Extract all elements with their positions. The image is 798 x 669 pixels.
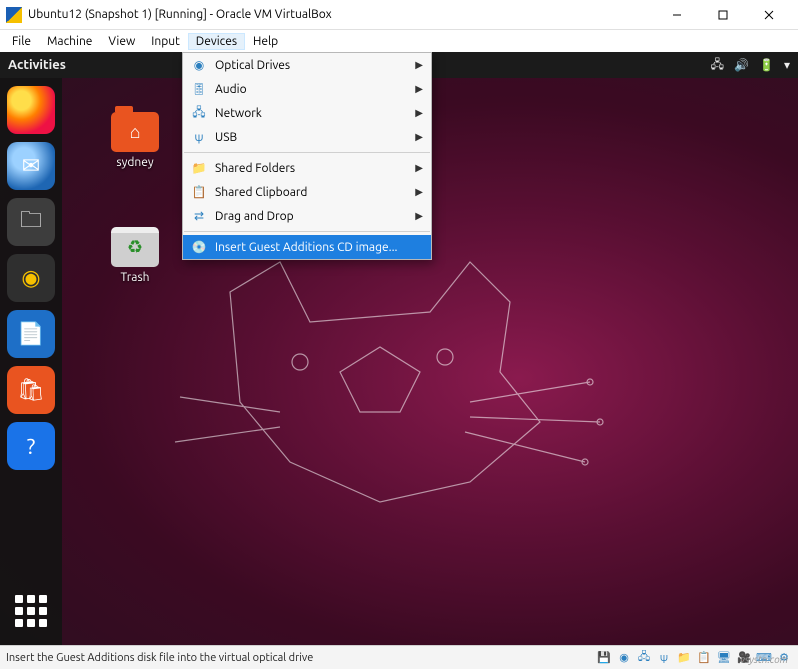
maximize-button[interactable] (700, 0, 746, 30)
audio-icon: 🎚 (191, 81, 207, 97)
guest-screen: Activities 16:58 🖧 🔊 🔋 ▾ ✉ 🗀 ◉ 📄 🛍 ? syd… (0, 52, 798, 645)
watermark: vsystn.com (740, 654, 788, 665)
window-titlebar: Ubuntu12 (Snapshot 1) [Running] - Oracle… (0, 0, 798, 30)
drag-icon: ⇄ (191, 208, 207, 224)
menu-item-drag-and-drop[interactable]: ⇄ Drag and Drop ▶ (183, 204, 431, 228)
trash-icon (111, 227, 159, 267)
sb-disc-icon[interactable]: ◉ (616, 650, 632, 666)
menu-help[interactable]: Help (245, 33, 286, 50)
sb-hdd-icon[interactable]: 💾 (596, 650, 612, 666)
menu-view[interactable]: View (100, 33, 143, 50)
dock-software[interactable]: 🛍 (7, 366, 55, 414)
vb-statusbar: Insert the Guest Additions disk file int… (0, 645, 798, 669)
minimize-button[interactable] (654, 0, 700, 30)
desktop-icon-sydney[interactable]: sydney (100, 112, 170, 169)
menu-item-usb[interactable]: ψ USB ▶ (183, 125, 431, 149)
menu-item-optical-drives[interactable]: ◉ Optical Drives ▶ (183, 53, 431, 77)
sb-network-icon[interactable]: 🖧 (636, 650, 652, 666)
menu-item-network[interactable]: 🖧 Network ▶ (183, 101, 431, 125)
home-folder-icon (111, 112, 159, 152)
menu-separator (184, 152, 430, 153)
clipboard-icon: 📋 (191, 184, 207, 200)
menu-devices[interactable]: Devices (188, 33, 245, 50)
dock-show-apps[interactable] (7, 587, 55, 635)
menu-item-audio[interactable]: 🎚 Audio ▶ (183, 77, 431, 101)
menu-item-insert-guest-additions[interactable]: 💿 Insert Guest Additions CD image... (183, 235, 431, 259)
menu-input[interactable]: Input (143, 33, 188, 50)
menu-separator (184, 231, 430, 232)
dock-rhythmbox[interactable]: ◉ (7, 254, 55, 302)
desktop-icon-label: Trash (100, 271, 170, 284)
usb-icon: ψ (191, 129, 207, 145)
sb-clipboard-icon[interactable]: 📋 (696, 650, 712, 666)
dock-help[interactable]: ? (7, 422, 55, 470)
submenu-arrow-icon: ▶ (415, 59, 423, 71)
volume-icon[interactable]: 🔊 (734, 58, 749, 72)
close-button[interactable] (746, 0, 792, 30)
submenu-arrow-icon: ▶ (415, 210, 423, 222)
sb-display-icon[interactable]: 🖥 (716, 650, 732, 666)
statusbar-message: Insert the Guest Additions disk file int… (6, 652, 596, 664)
system-tray[interactable]: 🖧 🔊 🔋 ▾ (711, 55, 790, 76)
menu-item-shared-folders[interactable]: 📁 Shared Folders ▶ (183, 156, 431, 180)
menu-item-shared-clipboard[interactable]: 📋 Shared Clipboard ▶ (183, 180, 431, 204)
window-title: Ubuntu12 (Snapshot 1) [Running] - Oracle… (28, 8, 654, 21)
dock-thunderbird[interactable]: ✉ (7, 142, 55, 190)
apps-grid-icon (15, 595, 47, 627)
submenu-arrow-icon: ▶ (415, 186, 423, 198)
ubuntu-dock: ✉ 🗀 ◉ 📄 🛍 ? (0, 78, 62, 645)
vb-menubar: File Machine View Input Devices Help (0, 30, 798, 52)
folder-icon: 📁 (191, 160, 207, 176)
disc-icon: ◉ (191, 57, 207, 73)
activities-button[interactable]: Activities (8, 58, 66, 72)
dock-firefox[interactable] (7, 86, 55, 134)
submenu-arrow-icon: ▶ (415, 83, 423, 95)
submenu-arrow-icon: ▶ (415, 131, 423, 143)
desktop-icon-label: sydney (100, 156, 170, 169)
battery-icon[interactable]: 🔋 (759, 58, 774, 72)
chevron-down-icon[interactable]: ▾ (784, 58, 790, 72)
menu-machine[interactable]: Machine (39, 33, 100, 50)
devices-dropdown: ◉ Optical Drives ▶ 🎚 Audio ▶ 🖧 Network ▶… (182, 52, 432, 260)
sb-usb-icon[interactable]: ψ (656, 650, 672, 666)
sb-shared-folder-icon[interactable]: 📁 (676, 650, 692, 666)
virtualbox-icon (6, 7, 22, 23)
submenu-arrow-icon: ▶ (415, 107, 423, 119)
dock-files[interactable]: 🗀 (7, 198, 55, 246)
submenu-arrow-icon: ▶ (415, 162, 423, 174)
desktop-icon-trash[interactable]: Trash (100, 227, 170, 284)
network-icon: 🖧 (191, 105, 207, 121)
dock-writer[interactable]: 📄 (7, 310, 55, 358)
menu-file[interactable]: File (4, 33, 39, 50)
cd-icon: 💿 (191, 239, 207, 255)
wallpaper-art (170, 252, 670, 622)
network-icon[interactable]: 🖧 (711, 55, 724, 76)
